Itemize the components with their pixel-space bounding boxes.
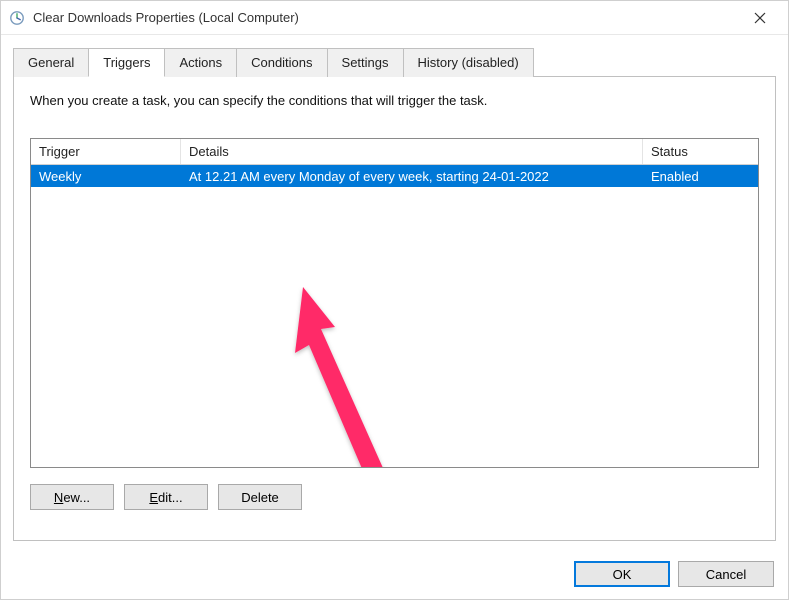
task-scheduler-icon — [9, 10, 25, 26]
cell-status: Enabled — [643, 165, 758, 187]
dialog-content: General Triggers Actions Conditions Sett… — [1, 35, 788, 551]
properties-dialog: Clear Downloads Properties (Local Comput… — [0, 0, 789, 600]
new-button[interactable]: New... — [30, 484, 114, 510]
tab-triggers[interactable]: Triggers — [88, 48, 165, 77]
window-title: Clear Downloads Properties (Local Comput… — [33, 10, 740, 25]
column-header-status[interactable]: Status — [643, 139, 758, 164]
tab-general[interactable]: General — [13, 48, 89, 77]
tab-actions[interactable]: Actions — [164, 48, 237, 77]
tabpanel-triggers: When you create a task, you can specify … — [13, 77, 776, 541]
cell-trigger: Weekly — [31, 165, 181, 187]
column-header-details[interactable]: Details — [181, 139, 643, 164]
trigger-buttons-row: New... Edit... Delete — [30, 484, 759, 510]
delete-button[interactable]: Delete — [218, 484, 302, 510]
tab-conditions[interactable]: Conditions — [236, 48, 327, 77]
close-button[interactable] — [740, 4, 780, 32]
listview-header: Trigger Details Status — [31, 139, 758, 165]
ok-button[interactable]: OK — [574, 561, 670, 587]
edit-button[interactable]: Edit... — [124, 484, 208, 510]
titlebar: Clear Downloads Properties (Local Comput… — [1, 1, 788, 35]
dialog-footer: OK Cancel — [1, 551, 788, 599]
tab-settings[interactable]: Settings — [327, 48, 404, 77]
listview-row[interactable]: Weekly At 12.21 AM every Monday of every… — [31, 165, 758, 187]
triggers-listview[interactable]: Trigger Details Status Weekly At 12.21 A… — [30, 138, 759, 468]
cell-details: At 12.21 AM every Monday of every week, … — [181, 165, 643, 187]
annotation-arrow-icon — [273, 287, 413, 468]
cancel-button[interactable]: Cancel — [678, 561, 774, 587]
close-icon — [754, 12, 766, 24]
column-header-trigger[interactable]: Trigger — [31, 139, 181, 164]
tabstrip: General Triggers Actions Conditions Sett… — [13, 47, 776, 77]
panel-description: When you create a task, you can specify … — [30, 93, 759, 108]
tab-history[interactable]: History (disabled) — [403, 48, 534, 77]
